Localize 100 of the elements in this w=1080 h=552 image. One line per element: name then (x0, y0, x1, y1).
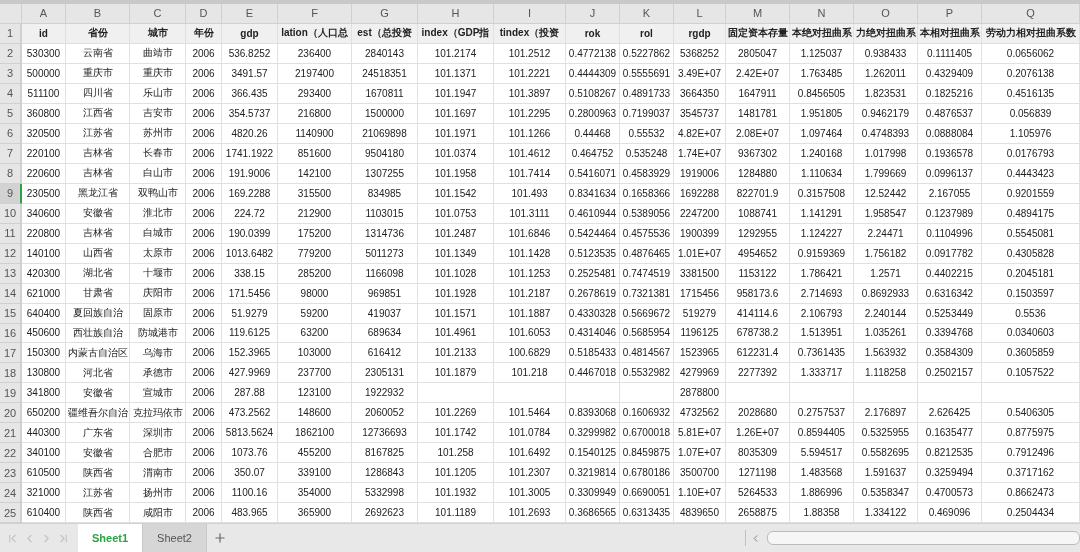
table-cell: 2006 (186, 83, 222, 104)
table-cell: 0.1635477 (918, 423, 982, 444)
row-number[interactable]: 14 (0, 283, 22, 304)
table-cell: 疆维吾尔自治 (66, 403, 130, 424)
table-cell: 0.1825216 (918, 83, 982, 104)
table-cell: 340600 (22, 203, 66, 224)
table-cell: 191.9006 (222, 163, 278, 184)
row-number[interactable]: 3 (0, 63, 22, 84)
table-cell: 2006 (186, 43, 222, 64)
row-number[interactable]: 7 (0, 143, 22, 164)
table-cell: 0.1111405 (918, 43, 982, 64)
row-number[interactable]: 19 (0, 383, 22, 404)
row-number[interactable]: 20 (0, 403, 22, 424)
row-number[interactable]: 4 (0, 83, 22, 104)
table-cell: 98000 (278, 283, 352, 304)
row-number[interactable]: 2 (0, 43, 22, 64)
table-cell: 0.3299982 (566, 423, 620, 444)
row-number[interactable]: 17 (0, 343, 22, 364)
table-cell: 深圳市 (130, 423, 186, 444)
table-cell: 101.6053 (494, 323, 566, 344)
row-number[interactable]: 11 (0, 223, 22, 244)
table-cell: 1196125 (674, 323, 726, 344)
row-number[interactable]: 24 (0, 483, 22, 504)
table-cell: 1.118258 (854, 363, 918, 384)
table-cell: 12736693 (352, 423, 418, 444)
column-header[interactable]: E (222, 4, 278, 24)
column-header[interactable]: H (418, 4, 494, 24)
column-header[interactable]: A (22, 4, 66, 24)
table-cell: 101.0374 (418, 143, 494, 164)
row-number[interactable]: 15 (0, 303, 22, 324)
column-header[interactable]: D (186, 4, 222, 24)
select-all-corner[interactable] (0, 4, 22, 24)
table-cell: 吉林省 (66, 143, 130, 164)
row-number[interactable]: 10 (0, 203, 22, 224)
table-cell: 承德市 (130, 363, 186, 384)
row-number[interactable]: 16 (0, 323, 22, 344)
table-cell: 0.4314046 (566, 323, 620, 344)
table-cell: 293400 (278, 83, 352, 104)
table-cell: 285200 (278, 263, 352, 284)
column-header[interactable]: Q (982, 4, 1080, 24)
table-cell: 2006 (186, 483, 222, 504)
table-cell: 0.0656062 (982, 43, 1080, 64)
table-cell: 曲靖市 (130, 43, 186, 64)
table-cell: 1.591637 (854, 463, 918, 484)
table-cell: 0.4748393 (854, 123, 918, 144)
table-cell: 1.26E+07 (726, 423, 790, 444)
table-cell: 1073.76 (222, 443, 278, 464)
column-header[interactable]: P (918, 4, 982, 24)
row-number[interactable]: 12 (0, 243, 22, 264)
table-cell: 2.167055 (918, 183, 982, 204)
table-cell: 2006 (186, 423, 222, 444)
table-cell: 1.786421 (790, 263, 854, 284)
table-cell: 119.6125 (222, 323, 278, 344)
column-header[interactable]: C (130, 4, 186, 24)
row-number[interactable]: 6 (0, 123, 22, 144)
table-cell: 0.4402215 (918, 263, 982, 284)
column-header[interactable]: F (278, 4, 352, 24)
row-number[interactable]: 25 (0, 503, 22, 524)
column-header[interactable]: G (352, 4, 418, 24)
table-cell: 59200 (278, 303, 352, 324)
table-cell: 5813.5624 (222, 423, 278, 444)
column-header[interactable]: J (566, 4, 620, 24)
column-header[interactable]: B (66, 4, 130, 24)
column-header[interactable]: L (674, 4, 726, 24)
scrollbar-thumb[interactable] (767, 531, 1080, 545)
table-cell: 171.5456 (222, 283, 278, 304)
row-number[interactable]: 23 (0, 463, 22, 484)
row-number[interactable]: 1 (0, 23, 22, 44)
table-cell: 1670811 (352, 83, 418, 104)
table-cell: 1715456 (674, 283, 726, 304)
column-header[interactable]: N (790, 4, 854, 24)
table-cell: 1481781 (726, 103, 790, 124)
row-number[interactable]: 21 (0, 423, 22, 444)
table-cell: 0.2504434 (982, 503, 1080, 524)
table-cell: 1.958547 (854, 203, 918, 224)
table-cell: 1.105976 (982, 123, 1080, 144)
row-number[interactable]: 8 (0, 163, 22, 184)
table-cell: 1.951805 (790, 103, 854, 124)
sheet-tab[interactable]: Sheet1 (78, 524, 144, 552)
column-header[interactable]: M (726, 4, 790, 24)
table-cell: 0.5545081 (982, 223, 1080, 244)
sheet-tab[interactable]: Sheet2 (143, 524, 207, 552)
table-cell: 366.435 (222, 83, 278, 104)
table-cell: 1862100 (278, 423, 352, 444)
table-cell: 0.3309949 (566, 483, 620, 504)
column-header[interactable]: O (854, 4, 918, 24)
table-cell: 1741.1922 (222, 143, 278, 164)
column-header[interactable]: I (494, 4, 566, 24)
table-cell: 2006 (186, 303, 222, 324)
table-cell: 3545737 (674, 103, 726, 124)
table-cell: 123100 (278, 383, 352, 404)
row-number[interactable]: 5 (0, 103, 22, 124)
table-cell: 2878800 (674, 383, 726, 404)
table-cell: 822701.9 (726, 183, 790, 204)
table-cell: 101.1879 (418, 363, 494, 384)
row-number[interactable]: 13 (0, 263, 22, 284)
row-number[interactable]: 18 (0, 363, 22, 384)
row-number[interactable]: 9 (0, 183, 22, 204)
column-header[interactable]: K (620, 4, 674, 24)
row-number[interactable]: 22 (0, 443, 22, 464)
